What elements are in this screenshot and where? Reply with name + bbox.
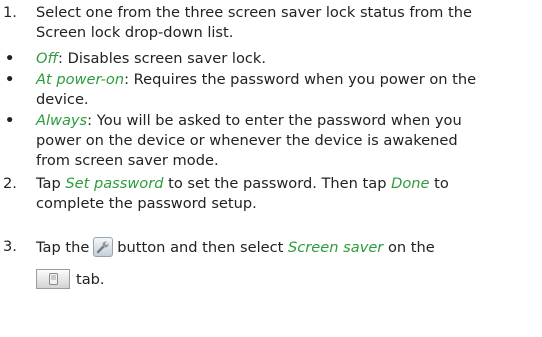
bullet-marker: •: [5, 71, 15, 88]
step-text-fragment: Tap: [36, 175, 66, 192]
step-text-fragment: button and then select: [117, 239, 289, 256]
step-text: complete the password setup.: [36, 195, 257, 212]
step-text-fragment: to: [429, 175, 449, 192]
option-description: : Disables screen saver lock.: [58, 50, 267, 67]
bullet-line: At power-on: Requires the password when …: [36, 70, 541, 90]
step-number: 1.: [3, 4, 17, 21]
option-term: At power-on: [36, 71, 125, 88]
option-term: Always: [36, 112, 88, 129]
instruction-page: 1. Select one from the three screen save…: [0, 0, 542, 337]
option-description: : Requires the password when you power o…: [124, 71, 477, 88]
screen-saver-term: Screen saver: [288, 239, 384, 256]
option-description: power on the device or whenever the devi…: [36, 132, 458, 149]
bullet-marker: •: [5, 50, 15, 67]
option-description: from screen saver mode.: [36, 152, 219, 169]
option-description: : You will be asked to enter the passwor…: [87, 112, 462, 129]
wrench-settings-icon: [93, 237, 114, 257]
step-text: tab.: [36, 269, 541, 289]
step-text-fragment: Tap the: [36, 239, 90, 256]
option-description: device.: [36, 91, 89, 108]
option-term: Off: [36, 50, 59, 67]
step-text-fragment: to set the password. Then tap: [163, 175, 392, 192]
step-text-fragment: on the: [383, 239, 435, 256]
step-text-fragment: tab.: [76, 271, 105, 288]
bullet-marker: •: [5, 112, 15, 129]
step-text: Select one from the three screen saver l…: [36, 4, 472, 21]
step-text: Tap Set password to set the password. Th…: [36, 174, 541, 194]
step-number: 2.: [3, 175, 17, 192]
step-text: Tap the button and then select Screen sav…: [36, 237, 541, 257]
step-text: Screen lock drop-down list.: [36, 24, 234, 41]
set-password-term: Set password: [65, 175, 164, 192]
bullet-line: Off: Disables screen saver lock.: [36, 49, 541, 69]
step-number: 3.: [3, 238, 17, 255]
bullet-line: Always: You will be asked to enter the p…: [36, 111, 541, 131]
phone-tab-icon: [36, 269, 70, 289]
done-term: Done: [391, 175, 430, 192]
